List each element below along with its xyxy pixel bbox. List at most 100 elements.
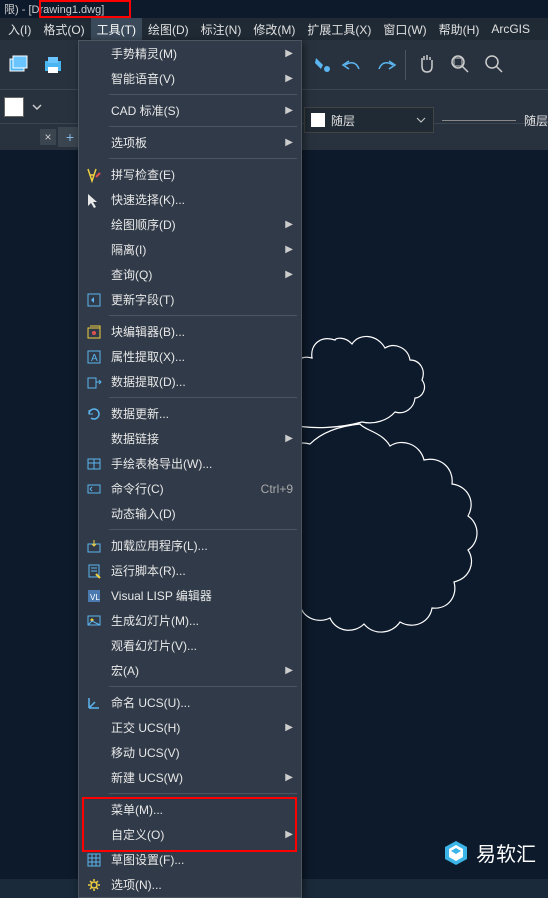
menu-item[interactable]: 草图设置(F)... [79,847,301,872]
menu-item[interactable]: 移动 UCS(V) [79,740,301,765]
tab-close-button[interactable]: × [40,129,56,145]
blank-icon [83,265,105,285]
watermark-text: 易软汇 [476,838,536,867]
layer-selector-area: 随层 随层 [304,90,548,150]
menu-item[interactable]: 新建 UCS(W)▶ [79,765,301,790]
menu-item[interactable]: 数据链接▶ [79,426,301,451]
menu-item[interactable]: 生成幻灯片(M)... [79,608,301,633]
divider [442,120,516,121]
chevron-down-icon[interactable] [30,100,44,114]
menu-item[interactable]: 命名 UCS(U)... [79,690,301,715]
menu-item[interactable]: 正交 UCS(H)▶ [79,715,301,740]
menu-item[interactable]: 标注(N) [195,18,248,41]
menu-item-label: 观看幻灯片(V)... [111,637,293,654]
menu-item[interactable]: 块编辑器(B)... [79,319,301,344]
menu-item[interactable]: 绘图顺序(D)▶ [79,212,301,237]
blank-icon [83,768,105,788]
menu-item[interactable]: 数据提取(D)... [79,369,301,394]
menu-item[interactable]: 菜单(M)... [79,797,301,822]
blank-icon [83,636,105,656]
menu-item[interactable]: 工具(T) [91,18,142,41]
menu-item[interactable]: 观看幻灯片(V)... [79,633,301,658]
paint-icon[interactable] [313,55,333,75]
submenu-arrow-icon: ▶ [285,105,293,116]
menu-item[interactable]: 查询(Q)▶ [79,262,301,287]
redo-icon[interactable] [373,57,397,73]
menu-item[interactable]: 手绘表格导出(W)... [79,451,301,476]
menu-item[interactable]: VL Visual LISP 编辑器 [79,583,301,608]
menu-item[interactable]: 选项板▶ [79,130,301,155]
gear-icon [83,875,105,895]
menu-item[interactable]: 入(I) [2,18,37,41]
submenu-arrow-icon: ▶ [285,433,293,444]
menu-item[interactable]: 智能语音(V)▶ [79,66,301,91]
linetype-label: 随层 [524,112,548,129]
load-icon [83,536,105,556]
menu-item-label: Visual LISP 编辑器 [111,587,293,604]
menu-item[interactable]: 加载应用程序(L)... [79,533,301,558]
blank-icon [83,800,105,820]
menu-item[interactable]: 数据更新... [79,401,301,426]
submenu-arrow-icon: ▶ [285,73,293,84]
zoom-extents-icon[interactable] [448,52,474,78]
menu-item-label: 查询(Q) [111,266,293,283]
color-swatch[interactable] [4,97,24,117]
menu-item-label: 块编辑器(B)... [111,323,293,340]
menu-item[interactable]: 扩展工具(X) [301,18,377,41]
menu-item[interactable]: 宏(A)▶ [79,658,301,683]
menu-item-label: 手绘表格导出(W)... [111,455,293,472]
menu-item[interactable]: 格式(O) [37,18,90,41]
menu-item[interactable]: 手势精灵(M)▶ [79,41,301,66]
pan-icon[interactable] [414,52,440,78]
print-icon[interactable] [38,49,68,81]
menu-item[interactable]: 隔离(I)▶ [79,237,301,262]
menu-item-label: 智能语音(V) [111,70,293,87]
menu-item-label: 宏(A) [111,662,293,679]
update-icon [83,290,105,310]
menu-item[interactable]: 帮助(H) [433,18,486,41]
attr-icon: A [83,347,105,367]
undo-icon[interactable] [341,57,365,73]
menu-item-label: 草图设置(F)... [111,851,293,868]
menu-separator [109,686,297,687]
menu-item[interactable]: 自定义(O)▶ [79,822,301,847]
menu-item-label: 属性提取(X)... [111,348,293,365]
layers-icon[interactable] [4,49,34,81]
menu-item[interactable]: 拼写检查(E) [79,162,301,187]
menu-item-label: 命令行(C) [111,480,253,497]
layer-name: 随层 [331,112,409,129]
menu-item[interactable]: ArcGIS [485,19,536,39]
menu-item[interactable]: 绘图(D) [142,18,195,41]
layer-color-icon [311,113,325,127]
menu-item[interactable]: 运行脚本(R)... [79,558,301,583]
blank-icon [83,133,105,153]
blank-icon [83,240,105,260]
menu-item[interactable]: 动态输入(D) [79,501,301,526]
blank-icon [83,429,105,449]
menu-item[interactable]: 更新字段(T) [79,287,301,312]
menu-item-label: 绘图顺序(D) [111,216,293,233]
menu-item[interactable]: 快速选择(K)... [79,187,301,212]
menu-separator [109,793,297,794]
menu-item[interactable]: CAD 标准(S)▶ [79,98,301,123]
blank-icon [83,504,105,524]
zoom-icon[interactable] [482,52,508,78]
menu-item[interactable]: 选项(N)... [79,872,301,897]
menu-item-label: 拼写检查(E) [111,166,293,183]
menu-item-label: 选项板 [111,134,293,151]
menu-item[interactable]: 修改(M) [247,18,301,41]
menu-separator [109,158,297,159]
menu-item[interactable]: 命令行(C)Ctrl+9 [79,476,301,501]
menu-item[interactable]: 窗口(W) [377,18,432,41]
submenu-arrow-icon: ▶ [285,829,293,840]
blank-icon [83,215,105,235]
menu-item[interactable]: A 属性提取(X)... [79,344,301,369]
blank-icon [83,101,105,121]
menu-separator [109,315,297,316]
menu-separator [109,94,297,95]
menu-item-label: 数据更新... [111,405,293,422]
submenu-arrow-icon: ▶ [285,665,293,676]
menu-item-label: 移动 UCS(V) [111,744,293,761]
lisp-icon: VL [83,586,105,606]
layer-dropdown[interactable]: 随层 [304,107,434,133]
